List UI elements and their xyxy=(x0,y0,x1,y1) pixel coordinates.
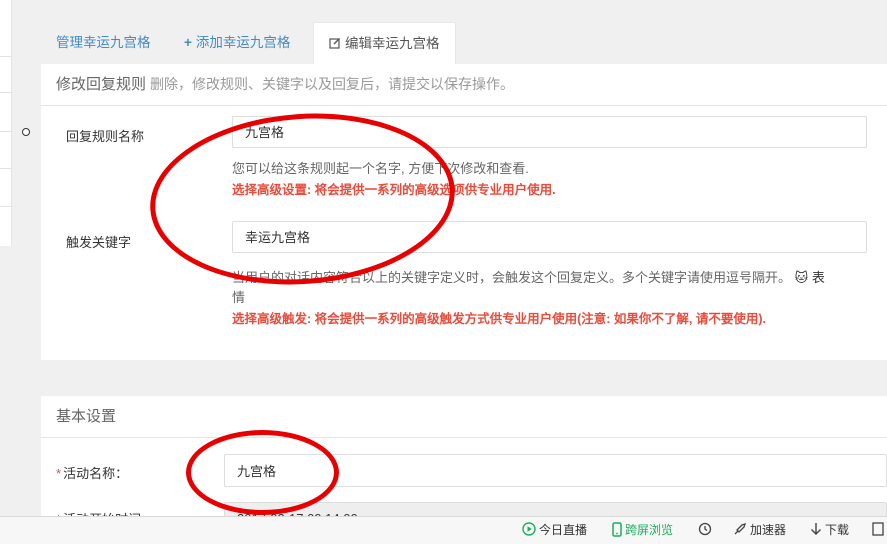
sidebar-divider xyxy=(0,56,11,57)
rule-name-input[interactable]: 九宫格 xyxy=(232,116,867,148)
cross-screen-label: 跨屏浏览 xyxy=(625,523,674,537)
accelerator-label: 加速器 xyxy=(750,523,787,537)
live-label: 今日直播 xyxy=(539,523,588,537)
emoji-link[interactable]: 🐱 表 xyxy=(795,270,825,285)
emoji-link-label-cont[interactable]: 情 xyxy=(232,290,245,305)
panel-title: 修改回复规则 xyxy=(56,76,147,93)
rule-name-advanced-link[interactable]: 选择高级设置: 将会提供一系列的高级选项供专业用户使用. xyxy=(232,179,556,198)
download-button[interactable]: 下载 xyxy=(810,517,849,544)
panel-header: 基本设置 xyxy=(41,396,887,438)
panel-title: 基本设置 xyxy=(56,408,117,425)
cross-screen-button[interactable]: 跨屏浏览 xyxy=(612,517,673,544)
keyword-help-text: 当用户的对话内容符合以上的关键字定义时，会触发这个回复定义。多个关键字请使用逗号… xyxy=(232,270,792,285)
sidebar-divider xyxy=(0,92,11,93)
sidebar-divider xyxy=(0,168,11,169)
activity-name-input[interactable]: 九宫格 xyxy=(224,454,887,487)
keyword-label: 触发关键字 xyxy=(66,235,132,250)
left-sidebar-strip xyxy=(0,0,12,246)
tab-edit-label: 编辑幸运九宫格 xyxy=(345,36,440,51)
required-marker: * xyxy=(56,466,62,481)
keyword-advanced-link[interactable]: 选择高级触发: 将会提供一系列的高级触发方式供专业用户使用(注意: 如果你不了解… xyxy=(232,308,766,327)
tab-add[interactable]: + 添加幸运九宫格 xyxy=(184,22,290,64)
tab-manage-label: 管理幸运九宫格 xyxy=(56,35,151,50)
phone-icon xyxy=(612,517,622,544)
activity-name-label-text: 活动名称： xyxy=(63,466,129,481)
accelerator-button[interactable]: 加速器 xyxy=(733,517,786,544)
tab-bar: 管理幸运九宫格 + 添加幸运九宫格 编辑幸运九宫格 xyxy=(41,22,887,65)
tab-manage[interactable]: 管理幸运九宫格 xyxy=(56,22,151,64)
rocket-icon xyxy=(733,517,747,544)
rule-name-help: 您可以给这条规则起一个名字, 方便下次修改和查看. xyxy=(232,161,529,176)
activity-name-label: * 活动名称： xyxy=(56,463,128,482)
menu-button[interactable] xyxy=(872,517,884,544)
panel-header: 修改回复规则 删除，修改规则、关键字以及回复后，请提交以保存操作。 xyxy=(41,64,887,106)
history-button[interactable] xyxy=(698,517,715,544)
edit-icon xyxy=(329,23,341,65)
panel-subtitle: 删除，修改规则、关键字以及回复后，请提交以保存操作。 xyxy=(150,76,515,92)
keyword-input[interactable]: 幸运九宫格 xyxy=(232,221,867,253)
sidebar-divider xyxy=(0,131,11,132)
live-button[interactable]: 今日直播 xyxy=(522,517,587,544)
tab-edit[interactable]: 编辑幸运九宫格 xyxy=(313,22,456,65)
tab-add-label: 添加幸运九宫格 xyxy=(195,35,291,50)
history-icon xyxy=(698,517,712,544)
download-icon xyxy=(810,517,822,544)
menu-icon xyxy=(872,522,884,537)
rule-name-label: 回复规则名称 xyxy=(66,129,145,144)
reply-rule-panel: 修改回复规则 删除，修改规则、关键字以及回复后，请提交以保存操作。 回复规则名称 … xyxy=(41,64,887,360)
radio-button[interactable] xyxy=(22,128,30,136)
browser-status-bar: 今日直播 跨屏浏览 加速器 下载 xyxy=(0,516,887,544)
play-icon xyxy=(522,517,536,544)
github-icon: 🐱 xyxy=(794,270,809,285)
emoji-link-label: 表 xyxy=(811,270,825,285)
keyword-help: 当用户的对话内容符合以上的关键字定义时，会触发这个回复定义。多个关键字请使用逗号… xyxy=(232,268,872,308)
sidebar-divider xyxy=(0,206,11,207)
plus-icon: + xyxy=(184,35,192,50)
download-label: 下载 xyxy=(825,523,850,537)
